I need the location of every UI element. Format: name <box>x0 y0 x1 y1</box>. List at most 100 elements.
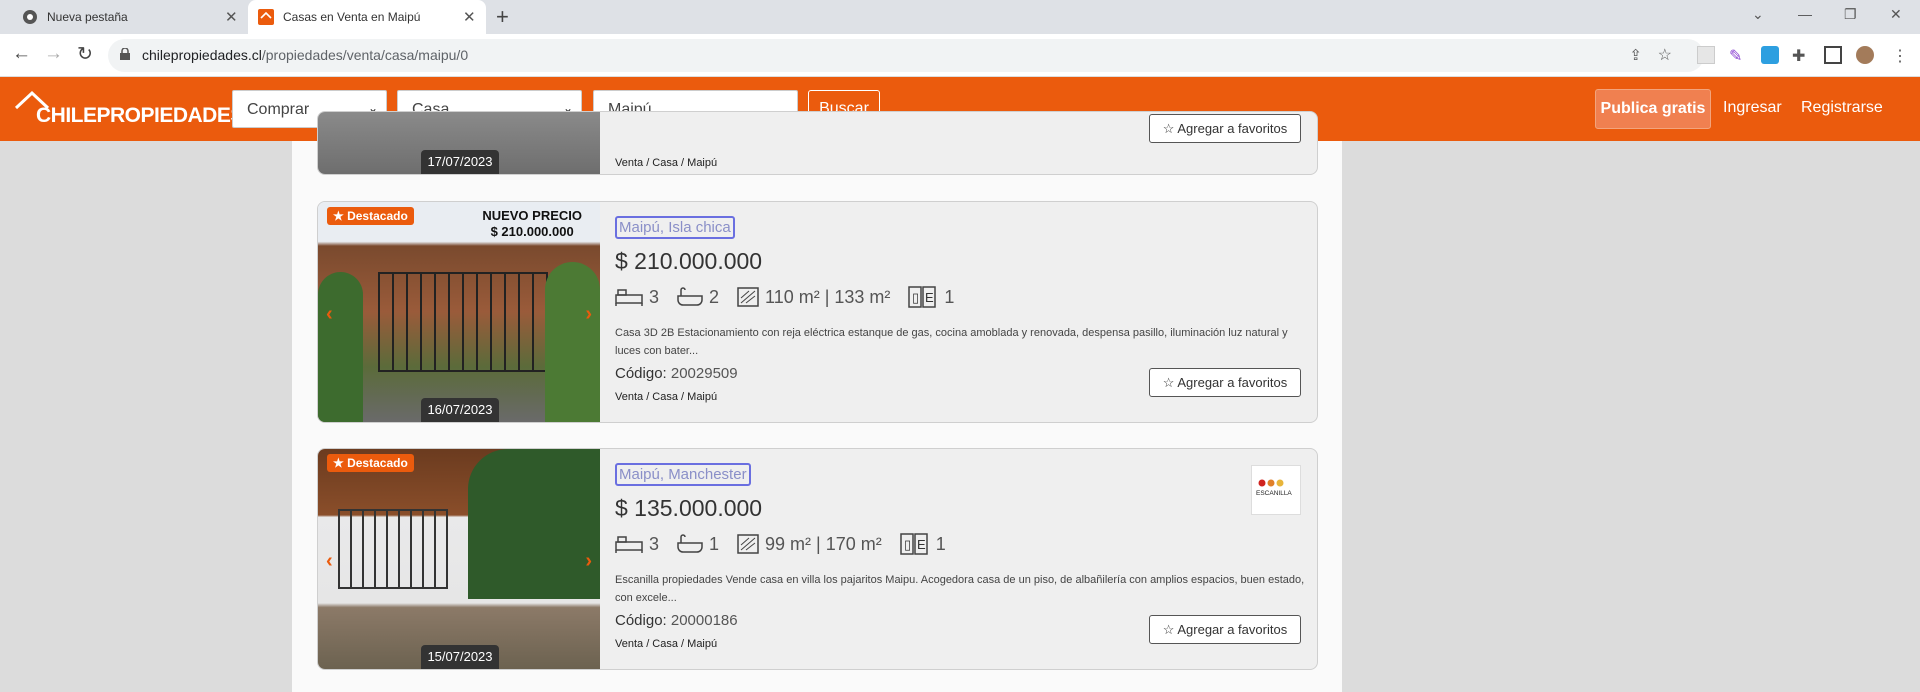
listing-card[interactable]: ★ Destacado ‹ › 15/07/2023 Maipú, Manche… <box>317 448 1318 670</box>
address-bar[interactable]: chilepropiedades.cl/propiedades/venta/ca… <box>108 39 1704 72</box>
listing-info: Maipú, Isla chica $ 210.000.000 3 2 110 … <box>615 202 1317 422</box>
login-link[interactable]: Ingresar <box>1723 99 1782 117</box>
add-favorite-button[interactable]: ☆ Agregar a favoritos <box>1149 114 1301 143</box>
listing-info: Maipú, Manchester $ 135.000.000 3 1 99 m… <box>615 449 1317 669</box>
listing-date: 16/07/2023 <box>421 398 499 422</box>
parking-count: 1 <box>935 533 946 554</box>
sidebar-icon[interactable] <box>1824 46 1842 64</box>
favorite-label: Agregar a favoritos <box>1177 375 1288 390</box>
svg-text:ESCANILLA: ESCANILLA <box>1256 490 1292 497</box>
plant-illustration <box>545 262 600 422</box>
favorite-label: Agregar a favoritos <box>1177 121 1288 136</box>
svg-text:E: E <box>925 290 934 305</box>
bedrooms-count: 3 <box>649 533 660 554</box>
publish-button[interactable]: Publica gratis <box>1595 89 1711 129</box>
svg-text:▯: ▯ <box>912 290 919 305</box>
minimize-icon[interactable]: — <box>1798 6 1812 22</box>
code-label: Código: <box>615 365 667 382</box>
close-tab-icon[interactable]: ✕ <box>225 8 238 26</box>
agency-logo[interactable]: ESCANILLA <box>1251 465 1301 515</box>
back-icon[interactable]: ← <box>12 43 31 65</box>
listing-price: $ 135.000.000 <box>615 495 763 521</box>
chevron-right-icon[interactable]: › <box>585 550 592 573</box>
browser-toolbar: ← → ↻ chilepropiedades.cl/propiedades/ve… <box>0 34 1920 77</box>
featured-badge: ★ Destacado <box>327 454 414 472</box>
listing-breadcrumb: Venta / Casa / Maipú <box>615 391 718 403</box>
forward-icon[interactable]: → <box>44 43 63 65</box>
promo-text: NUEVO PRECIO $ 210.000.000 <box>482 208 582 240</box>
listing-features: 3 2 110 m² | 133 m² ▯ E 1 <box>615 286 972 308</box>
listing-card[interactable]: 17/07/2023 Venta / Casa / Maipú ☆ Agrega… <box>317 111 1318 175</box>
restore-icon[interactable]: ❐ <box>1844 6 1857 23</box>
bed-icon <box>615 289 643 306</box>
chrome-icon <box>23 10 37 24</box>
plant-illustration <box>318 272 363 422</box>
tab-new-tab[interactable]: Nueva pestaña ✕ <box>10 0 246 34</box>
badge-label: Destacado <box>347 456 408 470</box>
operation-value: Comprar <box>247 101 310 118</box>
listing-card[interactable]: ★ Destacado NUEVO PRECIO $ 210.000.000 ‹ … <box>317 201 1318 423</box>
area-icon <box>737 287 759 307</box>
bookmark-star-icon[interactable]: ☆ <box>1658 45 1672 65</box>
chevron-left-icon[interactable]: ‹ <box>326 303 333 326</box>
listing-description: Casa 3D 2B Estacionamiento con reja eléc… <box>615 327 1288 357</box>
listing-date: 17/07/2023 <box>421 150 499 174</box>
listing-code: Código: 20029509 <box>615 365 738 382</box>
listing-code: Código: 20000186 <box>615 612 738 629</box>
favorite-label: Agregar a favoritos <box>1177 622 1288 637</box>
bathtub-icon <box>677 534 703 553</box>
url-text: chilepropiedades.cl/propiedades/venta/ca… <box>142 47 468 63</box>
promo-line: $ 210.000.000 <box>490 224 574 239</box>
agency-logo-image: ESCANILLA <box>1256 479 1292 497</box>
tab-title: Nueva pestaña <box>47 10 128 24</box>
tab-search-icon[interactable]: ⌄ <box>1752 6 1764 23</box>
extension-icon[interactable] <box>1697 46 1715 64</box>
listing-price: $ 210.000.000 <box>615 248 763 274</box>
window-bars-illustration <box>338 509 448 589</box>
tab-casas-venta[interactable]: Casas en Venta en Maipú ✕ <box>248 0 486 34</box>
site-logo[interactable]: CHILEPROPIEDADES <box>14 90 244 130</box>
listing-photo[interactable]: ★ Destacado ‹ › 15/07/2023 <box>318 449 600 669</box>
add-favorite-button[interactable]: ☆ Agregar a favoritos <box>1149 615 1301 644</box>
puzzle-icon[interactable]: ✚ <box>1792 46 1810 65</box>
listing-features: 3 1 99 m² | 170 m² ▯ E 1 <box>615 533 964 555</box>
promo-line: NUEVO PRECIO <box>482 208 582 223</box>
menu-icon[interactable]: ⋮ <box>1892 46 1910 65</box>
share-icon[interactable]: ⇪ <box>1629 46 1642 64</box>
tab-title: Casas en Venta en Maipú <box>283 10 421 24</box>
lock-icon <box>120 48 130 60</box>
listing-breadcrumb: Venta / Casa / Maipú <box>615 638 718 650</box>
chevron-right-icon[interactable]: › <box>585 303 592 326</box>
register-link[interactable]: Registrarse <box>1801 99 1883 117</box>
parking-icon: ▯ E <box>900 533 928 555</box>
avatar[interactable] <box>1856 46 1874 64</box>
svg-text:E: E <box>917 537 926 552</box>
bathtub-icon <box>677 287 703 306</box>
area-value: 99 m² | 170 m² <box>765 533 882 554</box>
listing-location-link[interactable]: Maipú, Isla chica <box>615 216 735 239</box>
listing-photo[interactable]: ★ Destacado NUEVO PRECIO $ 210.000.000 ‹ … <box>318 202 600 422</box>
area-icon <box>737 534 759 554</box>
badge-label: Destacado <box>347 209 408 223</box>
close-tab-icon[interactable]: ✕ <box>463 8 476 26</box>
new-tab-button[interactable]: + <box>496 4 509 30</box>
close-window-icon[interactable]: ✕ <box>1890 6 1902 23</box>
pen-extension-icon[interactable]: ✎ <box>1729 46 1747 65</box>
reload-icon[interactable]: ↻ <box>77 43 93 66</box>
extension-icon[interactable] <box>1761 46 1779 64</box>
bathrooms-count: 2 <box>709 286 720 307</box>
listing-location-link[interactable]: Maipú, Manchester <box>615 463 751 486</box>
code-value: 20000186 <box>670 612 738 629</box>
add-favorite-button[interactable]: ☆ Agregar a favoritos <box>1149 368 1301 397</box>
area-value: 110 m² | 133 m² <box>765 286 891 307</box>
listing-results: 17/07/2023 Venta / Casa / Maipú ☆ Agrega… <box>292 111 1342 692</box>
code-value: 20029509 <box>670 365 738 382</box>
parking-icon: ▯ E <box>908 286 937 308</box>
browser-tab-bar: Nueva pestaña ✕ Casas en Venta en Maipú … <box>0 0 1920 34</box>
featured-badge: ★ Destacado <box>327 207 414 225</box>
chevron-left-icon[interactable]: ‹ <box>326 550 333 573</box>
listing-photo[interactable]: 17/07/2023 <box>318 112 600 174</box>
svg-text:▯: ▯ <box>904 537 911 552</box>
listing-info: Venta / Casa / Maipú ☆ Agregar a favorit… <box>615 112 1317 174</box>
tree-illustration <box>468 449 600 599</box>
